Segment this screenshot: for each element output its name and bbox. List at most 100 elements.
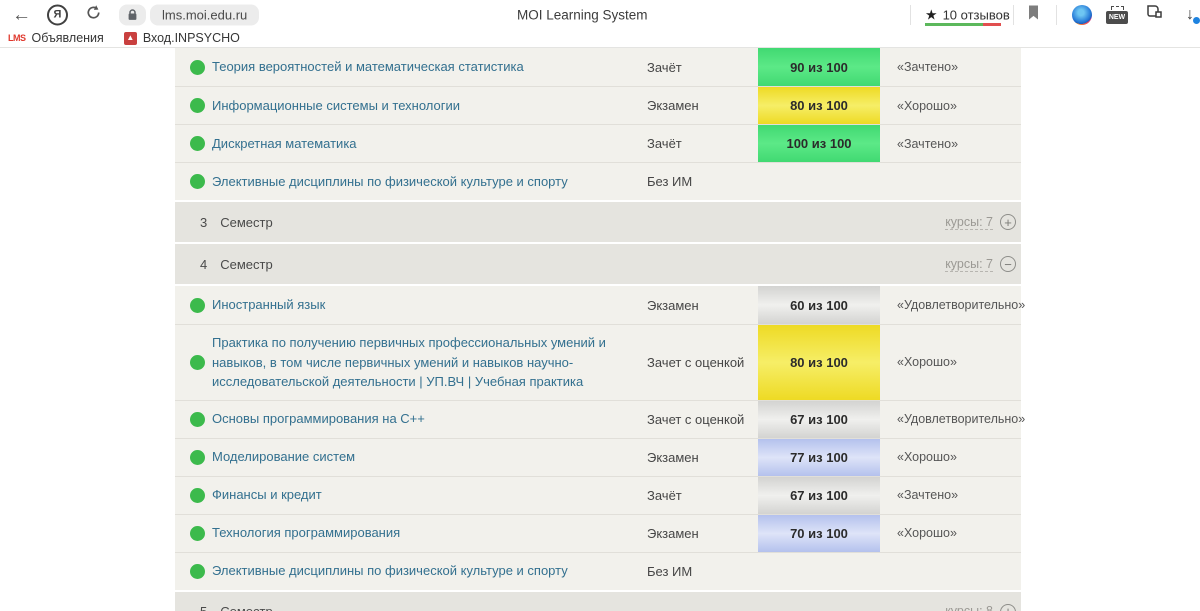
course-row: Теория вероятностей и математическая ста… — [175, 48, 1021, 86]
course-link[interactable]: Информационные системы и технологии — [212, 88, 647, 124]
collapse-icon[interactable]: − — [1000, 256, 1016, 272]
browser-window: ← Я lms.moi.edu.ru MOI Learning System ★… — [0, 0, 1200, 611]
course-link[interactable]: Практика по получению первичных професси… — [212, 325, 647, 400]
semester-controls: курсы: 7− — [945, 256, 1016, 272]
result-text: «Хорошо» — [880, 355, 1021, 369]
course-row: Технология программированияЭкзамен70 из … — [175, 514, 1021, 552]
courses-count-link[interactable]: курсы: 8 — [945, 604, 993, 611]
semester-number: 3 — [200, 215, 207, 230]
inpsycho-favicon: ▲ — [124, 32, 137, 45]
score-cell: 60 из 100 — [758, 286, 880, 324]
score-badge: 67 из 100 — [758, 477, 880, 514]
download-dot — [1193, 17, 1200, 24]
score-cell: 90 из 100 — [758, 48, 880, 86]
score-cell — [758, 553, 880, 590]
course-row: Дискретная математикаЗачёт100 из 100«Зач… — [175, 124, 1021, 162]
refresh-button[interactable] — [85, 4, 102, 26]
exam-type: Зачёт — [647, 136, 758, 151]
score-badge: 100 из 100 — [758, 125, 880, 162]
course-row: Информационные системы и технологииЭкзам… — [175, 86, 1021, 124]
course-link[interactable]: Элективные дисциплины по физической куль… — [212, 164, 647, 200]
score-badge: 60 из 100 — [758, 286, 880, 324]
rating-bar — [925, 23, 1001, 26]
semester-label: Семестр — [220, 257, 272, 272]
yandex-search-icon[interactable]: Я — [47, 4, 68, 25]
semester-label: Семестр — [220, 215, 272, 230]
screenshot-new-icon[interactable]: NEW — [1106, 6, 1128, 24]
star-icon: ★ — [925, 6, 938, 23]
score-cell: 100 из 100 — [758, 125, 880, 162]
bookmark-label: Объявления — [32, 31, 104, 45]
bookmark-item-inpsycho[interactable]: ▲ Вход.INPSYCHO — [124, 31, 240, 45]
course-row: Финансы и кредитЗачёт67 из 100«Зачтено» — [175, 476, 1021, 514]
semester-label: Семестр — [220, 604, 272, 611]
status-dot-icon — [190, 98, 205, 113]
score-badge: 80 из 100 — [758, 87, 880, 124]
course-row: Моделирование системЭкзамен77 из 100«Хор… — [175, 438, 1021, 476]
exam-type: Без ИМ — [647, 564, 758, 579]
bookmarks-bar: LMS Объявления ▲ Вход.INPSYCHO — [0, 29, 1200, 48]
result-text: «Хорошо» — [880, 450, 1021, 464]
semester-number: 5 — [200, 604, 207, 611]
course-link[interactable]: Технология программирования — [212, 515, 647, 551]
camera-bracket-icon — [1111, 6, 1124, 10]
course-row: Элективные дисциплины по физической куль… — [175, 552, 1021, 590]
exam-type: Зачет с оценкой — [647, 412, 758, 427]
courses-count-link[interactable]: курсы: 7 — [945, 215, 993, 230]
semester-number: 4 — [200, 257, 207, 272]
status-dot-icon — [190, 488, 205, 503]
address-bar[interactable]: lms.moi.edu.ru — [150, 4, 259, 25]
back-button[interactable]: ← — [12, 5, 31, 24]
status-dot-icon — [190, 564, 205, 579]
exam-type: Зачёт — [647, 488, 758, 503]
status-dot-icon — [190, 174, 205, 189]
result-text: «Зачтено» — [880, 60, 1021, 74]
course-link[interactable]: Основы программирования на C++ — [212, 401, 647, 437]
bookmark-item-lms[interactable]: LMS Объявления — [8, 31, 104, 45]
course-link[interactable]: Элективные дисциплины по физической куль… — [212, 553, 647, 589]
new-badge: NEW — [1106, 11, 1128, 24]
course-row: Элективные дисциплины по физической куль… — [175, 162, 1021, 200]
protect-glove-icon[interactable] — [1144, 4, 1164, 26]
score-cell — [758, 163, 880, 200]
courses-count-link[interactable]: курсы: 7 — [945, 257, 993, 272]
exam-type: Экзамен — [647, 450, 758, 465]
lock-icon[interactable] — [119, 4, 146, 25]
divider — [1013, 5, 1014, 25]
semester-controls: курсы: 7 + — [945, 214, 1016, 230]
score-badge: 70 из 100 — [758, 515, 880, 552]
exam-type: Экзамен — [647, 98, 758, 113]
expand-icon[interactable]: + — [1000, 604, 1016, 611]
course-link[interactable]: Дискретная математика — [212, 126, 647, 162]
semester-row: 5 Семестр курсы: 8 + — [175, 592, 1021, 611]
result-text: «Хорошо» — [880, 526, 1021, 540]
extension-sphere-icon[interactable] — [1072, 5, 1092, 25]
course-link[interactable]: Финансы и кредит — [212, 477, 647, 513]
course-link[interactable]: Моделирование систем — [212, 439, 647, 475]
course-link[interactable]: Иностранный язык — [212, 287, 647, 323]
result-text: «Хорошо» — [880, 99, 1021, 113]
download-icon[interactable]: ↓ — [1186, 6, 1194, 24]
reviews-rating[interactable]: ★ 10 отзывов — [925, 6, 1010, 23]
score-badge: 80 из 100 — [758, 325, 880, 400]
status-dot-icon — [190, 60, 205, 75]
course-row: Практика по получению первичных професси… — [175, 324, 1021, 400]
divider — [1056, 5, 1057, 25]
expand-icon[interactable]: + — [1000, 214, 1016, 230]
page-title: MOI Learning System — [517, 7, 648, 22]
exam-type: Зачёт — [647, 60, 758, 75]
status-dot-icon — [190, 450, 205, 465]
reviews-count: 10 отзывов — [943, 7, 1010, 22]
score-badge: 90 из 100 — [758, 48, 880, 86]
score-cell: 67 из 100 — [758, 477, 880, 514]
course-link[interactable]: Теория вероятностей и математическая ста… — [212, 49, 647, 85]
result-text: «Удовлетворительно» — [880, 412, 1025, 426]
status-dot-icon — [190, 298, 205, 313]
score-cell: 67 из 100 — [758, 401, 880, 438]
semester-controls: курсы: 8 + — [945, 604, 1016, 611]
status-dot-icon — [190, 526, 205, 541]
score-cell: 70 из 100 — [758, 515, 880, 552]
semester-row: 4 Семестр курсы: 7− — [175, 244, 1021, 284]
bookmark-icon[interactable] — [1027, 4, 1040, 25]
exam-type: Без ИМ — [647, 174, 758, 189]
